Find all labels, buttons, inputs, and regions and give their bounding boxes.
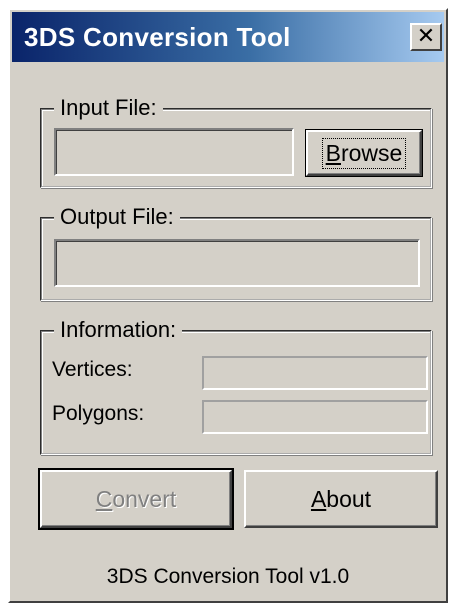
close-icon: ✕ <box>416 24 436 49</box>
title-bar[interactable]: 3DS Conversion Tool ✕ <box>12 12 444 62</box>
browse-button[interactable]: Browse <box>305 129 423 177</box>
polygons-value <box>202 400 428 434</box>
polygons-label: Polygons: <box>52 402 145 425</box>
output-file-group: Output File: <box>40 204 432 301</box>
about-button[interactable]: About <box>244 470 438 528</box>
output-file-field[interactable] <box>54 239 420 287</box>
window-title: 3DS Conversion Tool <box>24 22 291 52</box>
convert-button-label: Convert <box>95 485 177 512</box>
version-text: 3DS Conversion Tool v1.0 <box>106 565 350 588</box>
close-button[interactable]: ✕ <box>410 23 442 51</box>
convert-button[interactable]: Convert <box>38 468 234 530</box>
information-group: Information: Vertices: Polygons: <box>40 317 432 455</box>
input-file-group: Input File: Browse <box>40 95 432 188</box>
output-file-group-label: Output File: <box>54 204 180 230</box>
browse-button-label: Browse <box>321 137 407 169</box>
vertices-value <box>202 356 428 390</box>
vertices-label: Vertices: <box>52 358 133 381</box>
dialog-window: 3DS Conversion Tool ✕ Input File: Browse… <box>8 8 448 603</box>
information-group-label: Information: <box>54 317 183 343</box>
input-file-group-label: Input File: <box>54 95 163 121</box>
about-button-label: About <box>310 485 372 512</box>
input-file-field[interactable] <box>54 128 294 176</box>
